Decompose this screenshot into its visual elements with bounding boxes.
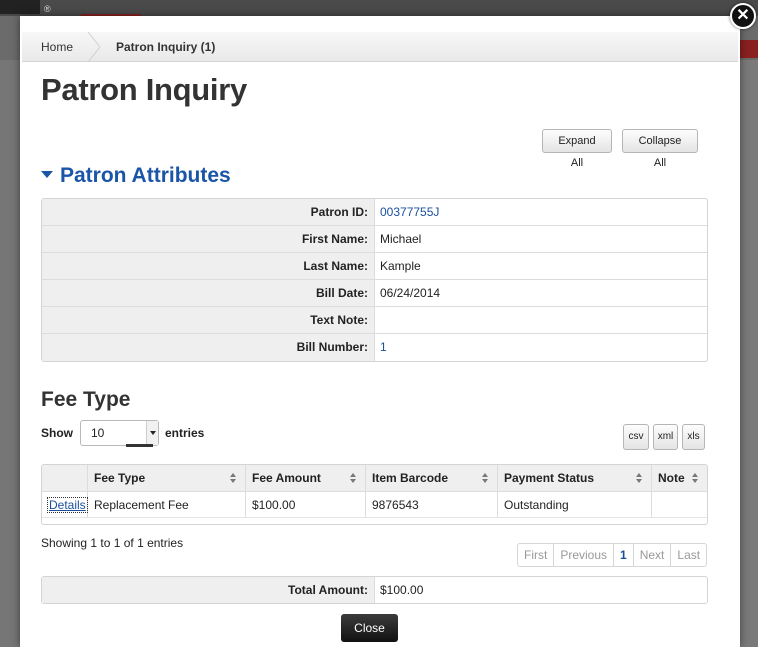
patron-attributes-toggle[interactable]: Patron Attributes [41,164,231,188]
total-amount-row: Total Amount: $100.00 [41,576,708,604]
patron-inquiry-modal: Home Patron Inquiry (1) Patron Inquiry E… [20,16,740,647]
breadcrumb: Home Patron Inquiry (1) [22,32,738,62]
sort-icon [350,473,357,484]
breadcrumb-separator-icon [87,32,101,62]
pagination: First Previous 1 Next Last [517,543,708,567]
item-barcode-cell: 9876543 [366,492,498,517]
patron-attributes-table: Patron ID: 00377755J First Name: Michael… [41,198,708,362]
registered-mark: ® [44,4,51,14]
close-button[interactable]: Close [341,614,398,642]
attr-value [375,307,707,333]
fee-type-title: Fee Type [41,388,131,411]
select-arrow-icon [146,421,158,445]
column-header-action [42,465,88,491]
fee-type-cell: Replacement Fee [88,492,246,517]
column-label: Item Barcode [372,471,449,485]
background-red-strip [740,40,758,58]
column-label: Fee Type [94,471,146,485]
attr-label: Text Note: [42,307,375,333]
attr-row-text-note: Text Note: [42,307,707,334]
column-header-note[interactable]: Note [652,465,707,491]
background-right-edge [740,60,758,647]
page-size-value: 10 [91,426,105,440]
fee-table: Fee Type Fee Amount Item Barcode Payment… [41,464,708,525]
page-title: Patron Inquiry [41,72,247,107]
column-label: Payment Status [504,471,595,485]
attr-row-bill-date: Bill Date: 06/24/2014 [42,280,707,307]
pager-next[interactable]: Next [634,544,672,566]
sort-icon [636,473,643,484]
table-row: Details Replacement Fee $100.00 9876543 … [42,492,707,518]
pager-last[interactable]: Last [671,544,706,566]
bill-number-link[interactable]: 1 [375,334,707,361]
modal-close-icon[interactable]: ✕ [730,3,756,29]
select-shadow [126,444,153,447]
attr-row-bill-number: Bill Number: 1 [42,334,707,361]
export-xml-button[interactable]: xml [653,424,678,450]
attr-row-patron-id: Patron ID: 00377755J [42,199,707,226]
column-header-item-barcode[interactable]: Item Barcode [366,465,498,491]
column-header-fee-amount[interactable]: Fee Amount [246,465,366,491]
total-amount-label: Total Amount: [42,577,375,603]
sort-icon [230,473,237,484]
table-footer-spacer [42,518,707,524]
background-left-edge [0,60,20,647]
attr-row-last-name: Last Name: Kample [42,253,707,280]
column-header-payment-status[interactable]: Payment Status [498,465,652,491]
attr-label: First Name: [42,226,375,252]
patron-attributes-title: Patron Attributes [60,164,231,187]
pager-first[interactable]: First [518,544,555,566]
expand-all-button[interactable]: Expand All [542,129,612,169]
page-size-select[interactable]: 10 [80,420,159,446]
attr-label: Patron ID: [42,199,375,225]
attr-value: Kample [380,259,421,273]
page-size-control: Show 10 entries [41,420,204,446]
attr-label: Bill Date: [42,280,375,306]
attr-row-first-name: First Name: Michael [42,226,707,253]
pager-page-1[interactable]: 1 [614,544,634,566]
attr-label: Bill Number: [42,334,375,361]
fee-amount-cell: $100.00 [246,492,366,517]
note-cell [652,492,707,517]
column-label: Fee Amount [252,471,321,485]
caret-down-icon [41,170,53,178]
column-header-fee-type[interactable]: Fee Type [88,465,246,491]
column-label: Note [658,471,685,485]
fee-table-header: Fee Type Fee Amount Item Barcode Payment… [42,465,707,492]
entries-label: entries [165,426,205,440]
details-cell: Details [42,492,88,517]
showing-entries-info: Showing 1 to 1 of 1 entries [41,536,184,550]
total-amount-value: $100.00 [380,583,424,597]
attr-value: Michael [380,232,422,246]
sort-icon [482,473,489,484]
export-csv-button[interactable]: csv [623,424,649,450]
background-logo [0,0,40,14]
payment-status-cell: Outstanding [498,492,652,517]
details-link[interactable]: Details [47,497,88,513]
show-label: Show [41,426,73,440]
sort-icon [692,473,699,484]
attr-value: 06/24/2014 [380,286,441,300]
collapse-all-button[interactable]: Collapse All [622,129,698,169]
attr-label: Last Name: [42,253,375,279]
patron-id-link[interactable]: 00377755J [375,199,707,225]
export-xls-button[interactable]: xls [682,424,705,450]
breadcrumb-current: Patron Inquiry (1) [116,40,216,54]
pager-previous[interactable]: Previous [554,544,615,566]
breadcrumb-home[interactable]: Home [41,32,73,62]
